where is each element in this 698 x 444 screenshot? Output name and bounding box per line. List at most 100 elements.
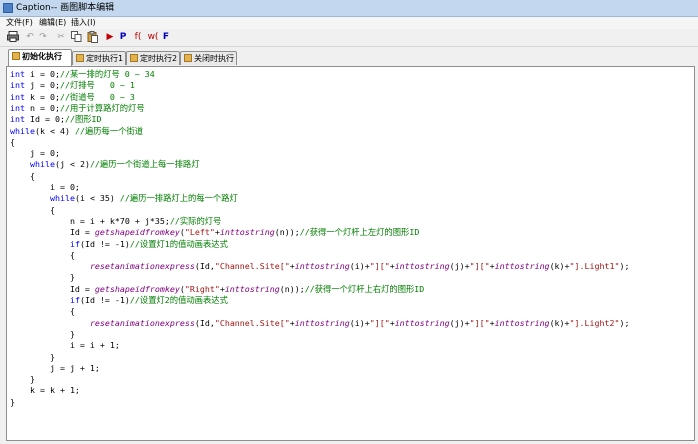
code-line[interactable]: { — [10, 306, 75, 317]
cut-button[interactable]: ✂ — [55, 31, 67, 44]
tab-label: 定时执行2 — [140, 54, 178, 63]
code-token: (k < 4) — [34, 125, 75, 136]
code-token: { — [10, 170, 35, 181]
code-token: k = k + 1; — [10, 385, 80, 396]
menu-edit[interactable]: 编辑(E) — [39, 17, 66, 29]
code-line[interactable]: while(i < 35) //遍历一排路灯上的每一个路灯 — [10, 193, 238, 204]
code-token: j = j + 1; — [10, 362, 100, 373]
code-line[interactable]: } — [10, 329, 75, 340]
code-token: inttostring — [394, 261, 450, 272]
code-line[interactable]: } — [10, 272, 75, 283]
code-token: "Channel.Site[" — [214, 261, 290, 272]
code-token: ); — [619, 261, 630, 272]
app-icon — [3, 3, 13, 13]
tab-timer-exec-1[interactable]: 定时执行1 — [72, 51, 126, 65]
copy-button[interactable] — [70, 31, 83, 44]
undo-button[interactable]: ↶ — [24, 31, 36, 44]
code-token: j = 0; — [25, 80, 60, 91]
code-line[interactable]: resetanimationexpress(Id,"Channel.Site["… — [10, 261, 630, 272]
code-line[interactable]: } — [10, 397, 15, 408]
code-token: "].Light2" — [569, 317, 620, 328]
code-line[interactable]: int k = 0;//街道号 0 ~ 3 — [10, 92, 135, 103]
code-token: { — [10, 136, 15, 147]
tab-timer-exec-2[interactable]: 定时执行2 — [126, 51, 180, 65]
code-token: (j)+ — [449, 317, 470, 328]
code-token: inttostring — [224, 283, 280, 294]
code-line[interactable]: j = j + 1; — [10, 363, 100, 374]
redo-icon: ↷ — [39, 32, 47, 42]
f-button[interactable]: F — [161, 31, 171, 44]
tab-label: 初始化执行 — [22, 52, 62, 61]
tab-label: 定时执行1 — [86, 54, 124, 63]
tab-close-exec[interactable]: 关闭时执行 — [180, 51, 237, 65]
code-line[interactable]: Id = getshapeidfromkey("Right"+inttostri… — [10, 284, 424, 295]
code-token: } — [10, 272, 75, 283]
code-line[interactable]: } — [10, 352, 55, 363]
script-icon — [130, 53, 138, 62]
code-token: resetanimationexpress — [89, 317, 195, 328]
code-line[interactable]: { — [10, 250, 75, 261]
code-line[interactable]: j = 0; — [10, 148, 60, 159]
copy-icon — [71, 31, 82, 42]
p-button[interactable]: P — [118, 31, 128, 44]
code-token: //街道号 0 ~ 3 — [59, 91, 135, 102]
function-button[interactable]: f( — [132, 31, 144, 44]
code-token: (i)+ — [349, 317, 370, 328]
script-icon — [12, 51, 20, 60]
code-token: int — [10, 69, 25, 79]
script-editor-window: Caption-- 画图脚本编辑 文件(F) 编辑(E) 插入(I) ↶ ↷ ✂… — [0, 0, 698, 444]
code-line[interactable]: n = i + k*70 + j*35;//实际的灯号 — [10, 216, 221, 227]
code-token: } — [10, 396, 15, 407]
code-token: int — [10, 91, 25, 102]
code-token: //遍历每一个街道 — [74, 125, 144, 136]
code-line[interactable]: { — [10, 171, 35, 182]
code-line[interactable]: i = i + 1; — [10, 340, 120, 351]
menu-insert[interactable]: 插入(I) — [71, 17, 96, 29]
code-token: (j)+ — [449, 261, 470, 272]
code-line[interactable]: int n = 0;//用于计算路灯的灯号 — [10, 103, 145, 114]
code-line[interactable]: int i = 0;//某一排的灯号 0 ~ 34 — [10, 69, 155, 80]
code-token: "].Light1" — [569, 261, 620, 272]
tab-label: 关闭时执行 — [194, 54, 234, 63]
print-button[interactable] — [6, 31, 20, 44]
code-token: (Id != -1) — [79, 295, 130, 305]
code-token: inttostring — [294, 317, 350, 328]
scissors-icon: ✂ — [57, 32, 65, 42]
code-line[interactable]: i = 0; — [10, 182, 80, 193]
code-line[interactable]: k = k + 1; — [10, 385, 80, 396]
code-line[interactable]: Id = getshapeidfromkey("Left"+inttostrin… — [10, 227, 419, 238]
paste-button[interactable] — [86, 31, 99, 44]
code-token: Id = — [10, 227, 95, 238]
code-token: while — [29, 159, 55, 170]
code-line[interactable]: int Id = 0;//图形ID — [10, 114, 102, 125]
code-token: resetanimationexpress — [89, 261, 195, 272]
code-token: { — [10, 249, 75, 260]
code-editor[interactable]: int i = 0;//某一排的灯号 0 ~ 34 int j = 0;//灯排号… — [6, 66, 695, 441]
code-line[interactable]: int j = 0;//灯排号 0 ~ 1 — [10, 80, 135, 91]
code-token: "][" — [469, 317, 490, 328]
redo-button[interactable]: ↷ — [37, 31, 49, 44]
code-token: //某一排的灯号 0 ~ 34 — [59, 69, 155, 79]
run-button[interactable]: ▶ — [104, 31, 116, 44]
code-line[interactable]: { — [10, 205, 55, 216]
code-line[interactable]: resetanimationexpress(Id,"Channel.Site["… — [10, 318, 630, 329]
title-bar[interactable]: Caption-- 画图脚本编辑 — [0, 0, 698, 17]
w-function-button[interactable]: w( — [146, 31, 160, 44]
code-token: "][" — [369, 317, 390, 328]
code-token: inttostring — [494, 261, 550, 272]
code-line[interactable]: while(j < 2)//遍历一个街道上每一排路灯 — [10, 159, 200, 170]
code-token: (n)); — [279, 283, 305, 294]
code-line[interactable]: } — [10, 374, 35, 385]
code-line[interactable]: while(k < 4) //遍历每一个街道 — [10, 126, 143, 137]
code-line[interactable]: { — [10, 137, 15, 148]
code-line[interactable]: if(Id != -1)//设置灯1的值动画表达式 — [10, 239, 228, 250]
code-line[interactable]: if(Id != -1)//设置灯2的值动画表达式 — [10, 295, 228, 306]
code-token: (Id, — [194, 317, 215, 328]
tab-strip: 初始化执行 定时执行1 定时执行2 关闭时执行 — [0, 48, 698, 66]
tab-init-exec[interactable]: 初始化执行 — [8, 49, 72, 66]
menu-file[interactable]: 文件(F) — [6, 17, 33, 29]
